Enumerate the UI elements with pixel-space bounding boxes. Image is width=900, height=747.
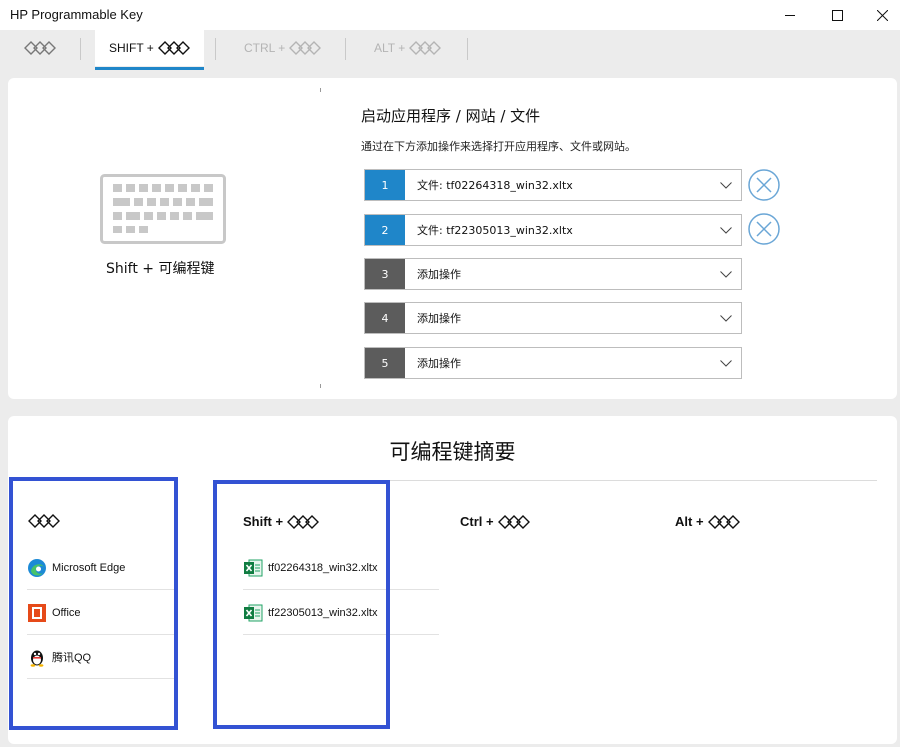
chevron-down-icon — [720, 314, 732, 322]
tab-separator — [467, 38, 468, 60]
minimize-button[interactable] — [767, 0, 813, 30]
tab-separator — [345, 38, 346, 60]
action-number: 5 — [365, 348, 405, 378]
key-config-panel: Shift + 可编程键 启动应用程序 / 网站 / 文件 通过在下方添加操作来… — [8, 78, 897, 399]
tab-bar: SHIFT + CTRL + ALT + — [0, 30, 900, 70]
tab-key-only[interactable] — [24, 30, 56, 66]
action-value: 文件: tf22305013_win32.xltx — [417, 224, 573, 237]
maximize-button[interactable] — [814, 0, 860, 30]
highlight-box — [9, 477, 178, 730]
tab-label: SHIFT + — [109, 41, 154, 55]
highlight-box — [213, 480, 390, 729]
chevron-down-icon — [720, 226, 732, 234]
active-tab-indicator — [95, 67, 204, 70]
action-dropdown-1[interactable]: 1 文件: tf02264318_win32.xltx — [364, 169, 742, 201]
action-dropdown-2[interactable]: 2 文件: tf22305013_win32.xltx — [364, 214, 742, 246]
action-value: 添加操作 — [417, 312, 461, 325]
section-title: 启动应用程序 / 网站 / 文件 — [361, 107, 541, 125]
tab-ctrl[interactable]: CTRL + — [244, 30, 322, 66]
column-heading: Alt + — [675, 514, 704, 529]
minimize-icon — [785, 15, 795, 16]
action-number: 4 — [365, 303, 405, 333]
summary-title: 可编程键摘要 — [389, 440, 516, 464]
maximize-icon — [831, 9, 843, 21]
action-value: 添加操作 — [417, 268, 461, 281]
action-number: 1 — [365, 170, 405, 200]
key-label: Shift + 可编程键 — [106, 261, 215, 277]
title-bar: HP Programmable Key — [0, 0, 900, 30]
prog-key-icon — [409, 41, 442, 55]
tab-separator — [215, 38, 216, 60]
divider — [320, 384, 321, 388]
tab-separator — [80, 38, 81, 60]
tab-label: ALT + — [374, 41, 406, 55]
action-dropdown-3[interactable]: 3 添加操作 — [364, 258, 742, 290]
divider — [320, 88, 321, 92]
action-value: 添加操作 — [417, 357, 461, 370]
close-icon — [876, 9, 888, 21]
column-heading: Ctrl + — [460, 514, 494, 529]
action-dropdown-4[interactable]: 4 添加操作 — [364, 302, 742, 334]
action-number: 2 — [365, 215, 405, 245]
prog-key-icon — [289, 41, 322, 55]
summary-column-alt: Alt + — [675, 514, 740, 529]
tab-alt[interactable]: ALT + — [374, 30, 442, 66]
chevron-down-icon — [720, 181, 732, 189]
window-title: HP Programmable Key — [10, 7, 143, 22]
prog-key-icon — [24, 41, 56, 55]
section-description: 通过在下方添加操作来选择打开应用程序、文件或网站。 — [361, 140, 636, 153]
prog-key-icon — [157, 41, 190, 55]
action-number: 3 — [365, 259, 405, 289]
remove-action-button[interactable] — [747, 168, 781, 202]
keyboard-icon — [100, 174, 226, 244]
summary-column-ctrl: Ctrl + — [460, 514, 530, 529]
tab-label: CTRL + — [244, 41, 286, 55]
action-value: 文件: tf02264318_win32.xltx — [417, 179, 573, 192]
remove-action-button[interactable] — [747, 212, 781, 246]
chevron-down-icon — [720, 359, 732, 367]
tab-shift[interactable]: SHIFT + — [95, 30, 204, 70]
close-button[interactable] — [859, 0, 900, 30]
prog-key-icon — [497, 514, 530, 529]
action-dropdown-5[interactable]: 5 添加操作 — [364, 347, 742, 379]
chevron-down-icon — [720, 270, 732, 278]
prog-key-icon — [707, 514, 740, 529]
